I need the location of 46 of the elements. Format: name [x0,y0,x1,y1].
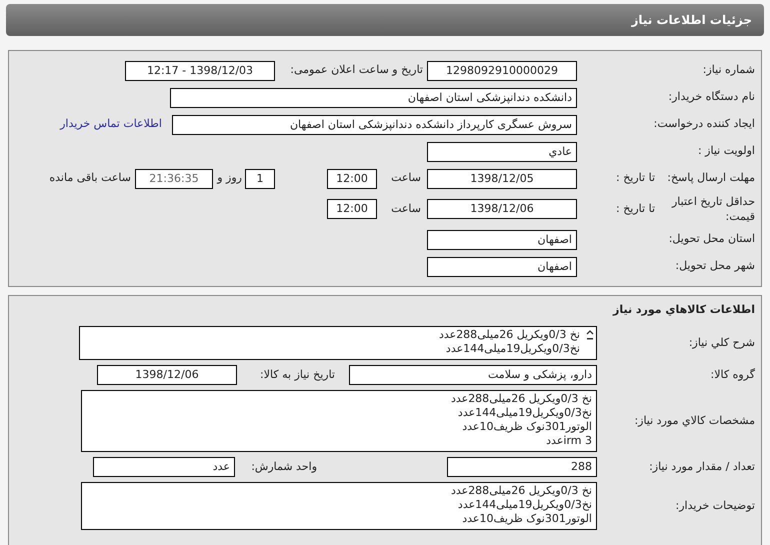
field-label: شرح کلي نياز: [688,334,755,351]
buyer-field: دانشکده دندانپزشکی استان اصفهان [170,88,577,108]
buyer-notes-box: نخ 0/3ویکریل 26میلی288عدد نخ0/3ویکریل19میلی144عدد الوتور301نوک ظریف10عدد [81,482,597,530]
field-label: حداقل تاریخ اعتبار قیمت: [670,194,755,224]
field-label: واحد شمارش: [250,458,318,475]
need-date-field: 1398/12/06 [97,365,237,385]
field-label: مشخصات کالاي مورد نياز: [633,412,755,429]
specs-box: نخ 0/3ویکریل 26میلی288عدد نخ0/3ویکریل19میلی144عدد الوتور301نوک ظریف10عدد 3 irmعدد [81,390,597,452]
field-label: نام دستگاه خریدار: [667,89,755,106]
field-label: استان محل تحویل: [668,231,755,248]
field-label: شهر محل تحویل: [674,258,755,274]
creator-field: سروش عسگری کارپرداز دانشکده دندانپزشکی استان اصفهان [172,114,577,134]
field-label: توضیحات خریدار: [674,498,755,514]
field-label: تا تاریخ : [615,200,655,217]
city-field: اصفهان [427,256,577,276]
field-label: ساعت [390,170,422,186]
field-label: تاریخ نیاز به کالا: [259,366,336,383]
field-label: تاریخ و ساعت اعلان عمومی: [289,62,424,78]
page-title: جزئیات اطلاعات نیاز [631,12,752,29]
reply-time-field: 12:00 [327,168,377,188]
field-label: ساعت باقی مانده [48,170,132,186]
need-number-field: 1298092910000029 [427,60,577,80]
field-label: تا تاریخ : [615,170,655,186]
validity-date-field: 1398/12/06 [427,199,577,219]
quantity-field: 288 [447,457,597,477]
section-title: اطلاعات کالاهاي مورد نياز [612,302,755,318]
unit-field: عدد [93,457,235,477]
field-label: تعداد / مقدار مورد نياز: [648,458,755,475]
field-label: ساعت [390,200,422,217]
category-field: دارو، پزشکی و سلامت [349,365,597,385]
buyer-contact-link[interactable]: اطلاعات تماس خریدار [60,116,162,133]
days-field: 1 [245,168,275,188]
priority-field: عادي [427,142,577,162]
scroll-arrow-icon[interactable] [586,330,594,340]
field-label: مهلت ارسال پاسخ: [666,170,755,186]
field-label: شماره نیاز: [702,62,755,78]
validity-time-field: 12:00 [327,199,377,219]
remaining-time-field: 21:36:35 [135,168,213,188]
reply-date-field: 1398/12/05 [427,168,577,188]
announce-date-field: 1398/12/03 - 12:17 [125,60,275,80]
province-field: اصفهان [427,230,577,250]
summary-box: نخ 0/3ویکریل 26میلی288عدد نخ0/3ویکریل19میلی144عدد [79,326,597,360]
field-label: اولویت نیاز : [696,143,755,160]
field-label: روز و [216,170,243,186]
field-label: ایجاد کننده درخواست: [652,116,755,132]
field-label: گروه کالا: [710,366,755,383]
